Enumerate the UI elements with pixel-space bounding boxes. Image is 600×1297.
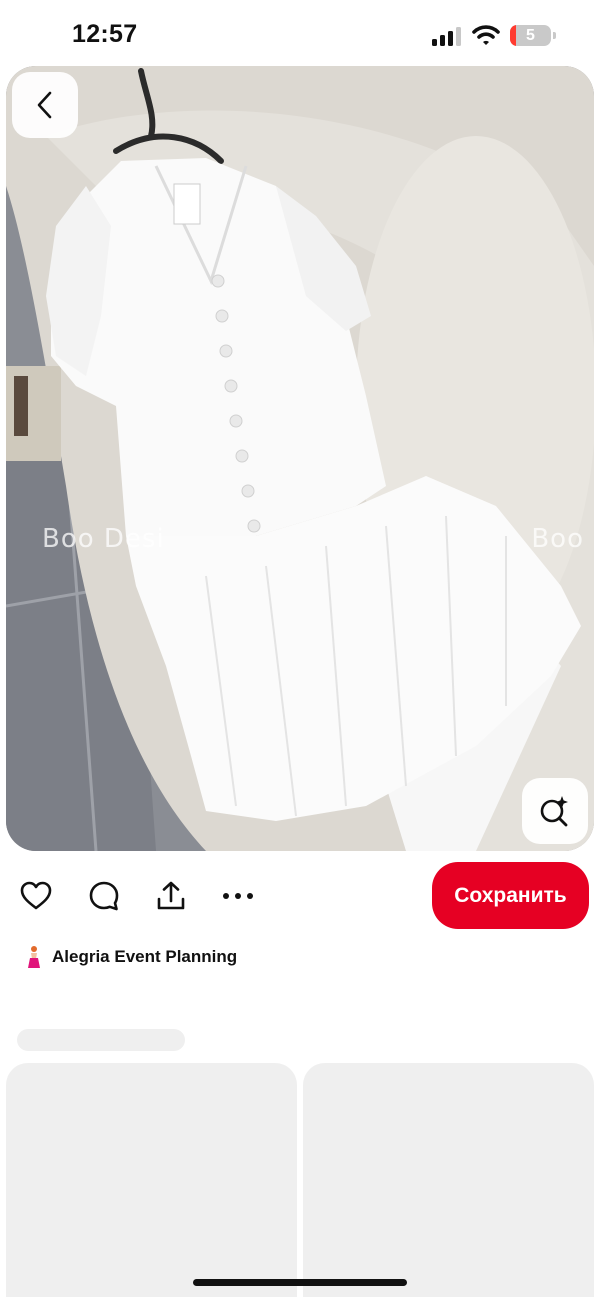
- share-upload-icon: [157, 881, 185, 910]
- like-button[interactable]: [16, 876, 56, 916]
- share-button[interactable]: [151, 876, 191, 916]
- battery-icon: 5: [510, 25, 556, 47]
- action-bar: Сохранить: [0, 862, 600, 932]
- wifi-icon: [472, 25, 500, 45]
- pin-image[interactable]: Boo Desi Boo: [6, 66, 594, 851]
- status-bar: 12:57 5: [0, 0, 600, 66]
- dress-photo: [6, 66, 594, 851]
- creator-link[interactable]: Alegria Event Planning: [22, 944, 237, 970]
- watermark-right: Boo: [531, 524, 584, 554]
- chevron-left-icon: [37, 91, 52, 119]
- creator-avatar-icon: [28, 946, 40, 968]
- save-button[interactable]: Сохранить: [432, 862, 589, 929]
- visual-search-button[interactable]: [522, 778, 588, 844]
- loading-placeholder-line: [17, 1029, 185, 1051]
- watermark-left: Boo Desi: [42, 524, 165, 554]
- lens-sparkle-icon: [540, 796, 568, 827]
- comment-button[interactable]: [84, 876, 124, 916]
- back-button[interactable]: [12, 72, 78, 138]
- comment-bubble-icon: [89, 881, 119, 911]
- loading-placeholder-card: [6, 1063, 297, 1297]
- battery-level: 5: [526, 27, 535, 44]
- watermark: Boo Desi Boo: [6, 524, 594, 564]
- more-options-button[interactable]: [218, 876, 258, 916]
- heart-icon: [20, 881, 52, 910]
- home-indicator: [193, 1279, 407, 1286]
- more-dots-icon: [223, 893, 253, 899]
- cellular-signal-icon: [432, 27, 461, 46]
- loading-placeholder-card: [303, 1063, 594, 1297]
- status-time: 12:57: [72, 20, 138, 48]
- creator-name: Alegria Event Planning: [52, 947, 238, 966]
